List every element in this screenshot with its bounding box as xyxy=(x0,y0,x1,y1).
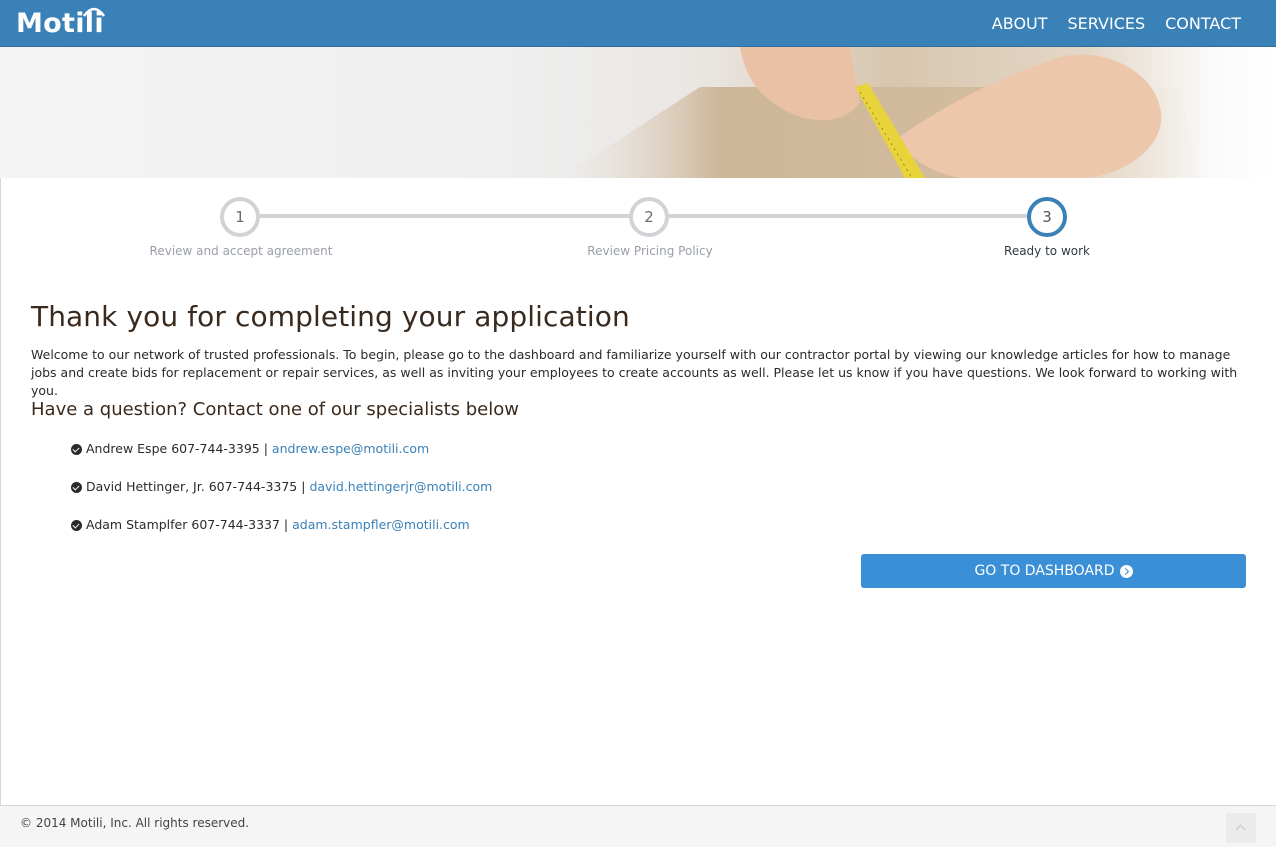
logo-arc-icon xyxy=(82,7,106,17)
specialist-email-link[interactable]: andrew.espe@motili.com xyxy=(272,440,429,458)
specialist-name: Andrew Espe xyxy=(86,441,168,456)
specialist-email-link[interactable]: david.hettingerjr@motili.com xyxy=(309,478,492,496)
hero-illustration xyxy=(560,47,1200,178)
stepper-connector xyxy=(260,214,630,218)
motili-logo[interactable]: Motili xyxy=(16,6,106,42)
specialist-item: Andrew Espe 607-744-3395 | andrew.espe@m… xyxy=(71,440,492,478)
specialist-name: David Hettinger, Jr. xyxy=(86,479,205,494)
step-number: 3 xyxy=(1042,208,1052,226)
nav-about[interactable]: ABOUT xyxy=(992,14,1048,33)
specialist-phone: 607-744-3337 xyxy=(191,517,280,532)
specialist-list: Andrew Espe 607-744-3395 | andrew.espe@m… xyxy=(71,440,492,554)
scroll-to-top-button[interactable] xyxy=(1226,813,1256,843)
top-navbar: Motili ABOUT SERVICES CONTACT xyxy=(0,0,1276,47)
contact-heading: Have a question? Contact one of our spec… xyxy=(31,399,519,420)
step-2-circle: 2 xyxy=(629,197,669,237)
copyright-text: © 2014 Motili, Inc. All rights reserved. xyxy=(20,816,250,830)
step-2-label: Review Pricing Policy xyxy=(587,244,713,258)
nav-services[interactable]: SERVICES xyxy=(1068,14,1146,33)
check-circle-icon xyxy=(71,444,82,455)
specialist-phone: 607-744-3395 xyxy=(171,441,260,456)
check-circle-icon xyxy=(71,520,82,531)
step-number: 2 xyxy=(644,208,654,226)
nav-contact[interactable]: CONTACT xyxy=(1165,14,1241,33)
page-title: Thank you for completing your applicatio… xyxy=(31,300,630,333)
specialist-item: Adam Stamplfer 607-744-3337 | adam.stamp… xyxy=(71,516,492,554)
main-nav: ABOUT SERVICES CONTACT xyxy=(992,0,1241,47)
go-to-dashboard-button[interactable]: GO TO DASHBOARD xyxy=(861,554,1246,588)
specialist-item: David Hettinger, Jr. 607-744-3375 | davi… xyxy=(71,478,492,516)
step-3-circle: 3 xyxy=(1027,197,1067,237)
step-3-label: Ready to work xyxy=(1004,244,1090,258)
check-circle-icon xyxy=(71,482,82,493)
page-footer: © 2014 Motili, Inc. All rights reserved. xyxy=(0,805,1276,847)
arrow-circle-right-icon xyxy=(1119,564,1133,578)
step-1-label: Review and accept agreement xyxy=(149,244,333,258)
welcome-paragraph: Welcome to our network of trusted profes… xyxy=(31,347,1238,398)
step-1-circle: 1 xyxy=(220,197,260,237)
specialist-name: Adam Stamplfer xyxy=(86,517,188,532)
stepper-connector xyxy=(668,214,1028,218)
specialist-email-link[interactable]: adam.stampfler@motili.com xyxy=(292,516,470,534)
specialist-phone: 607-744-3375 xyxy=(208,479,298,494)
step-number: 1 xyxy=(235,208,245,226)
hero-banner-image xyxy=(0,47,1276,178)
dashboard-button-label: GO TO DASHBOARD xyxy=(974,563,1115,579)
